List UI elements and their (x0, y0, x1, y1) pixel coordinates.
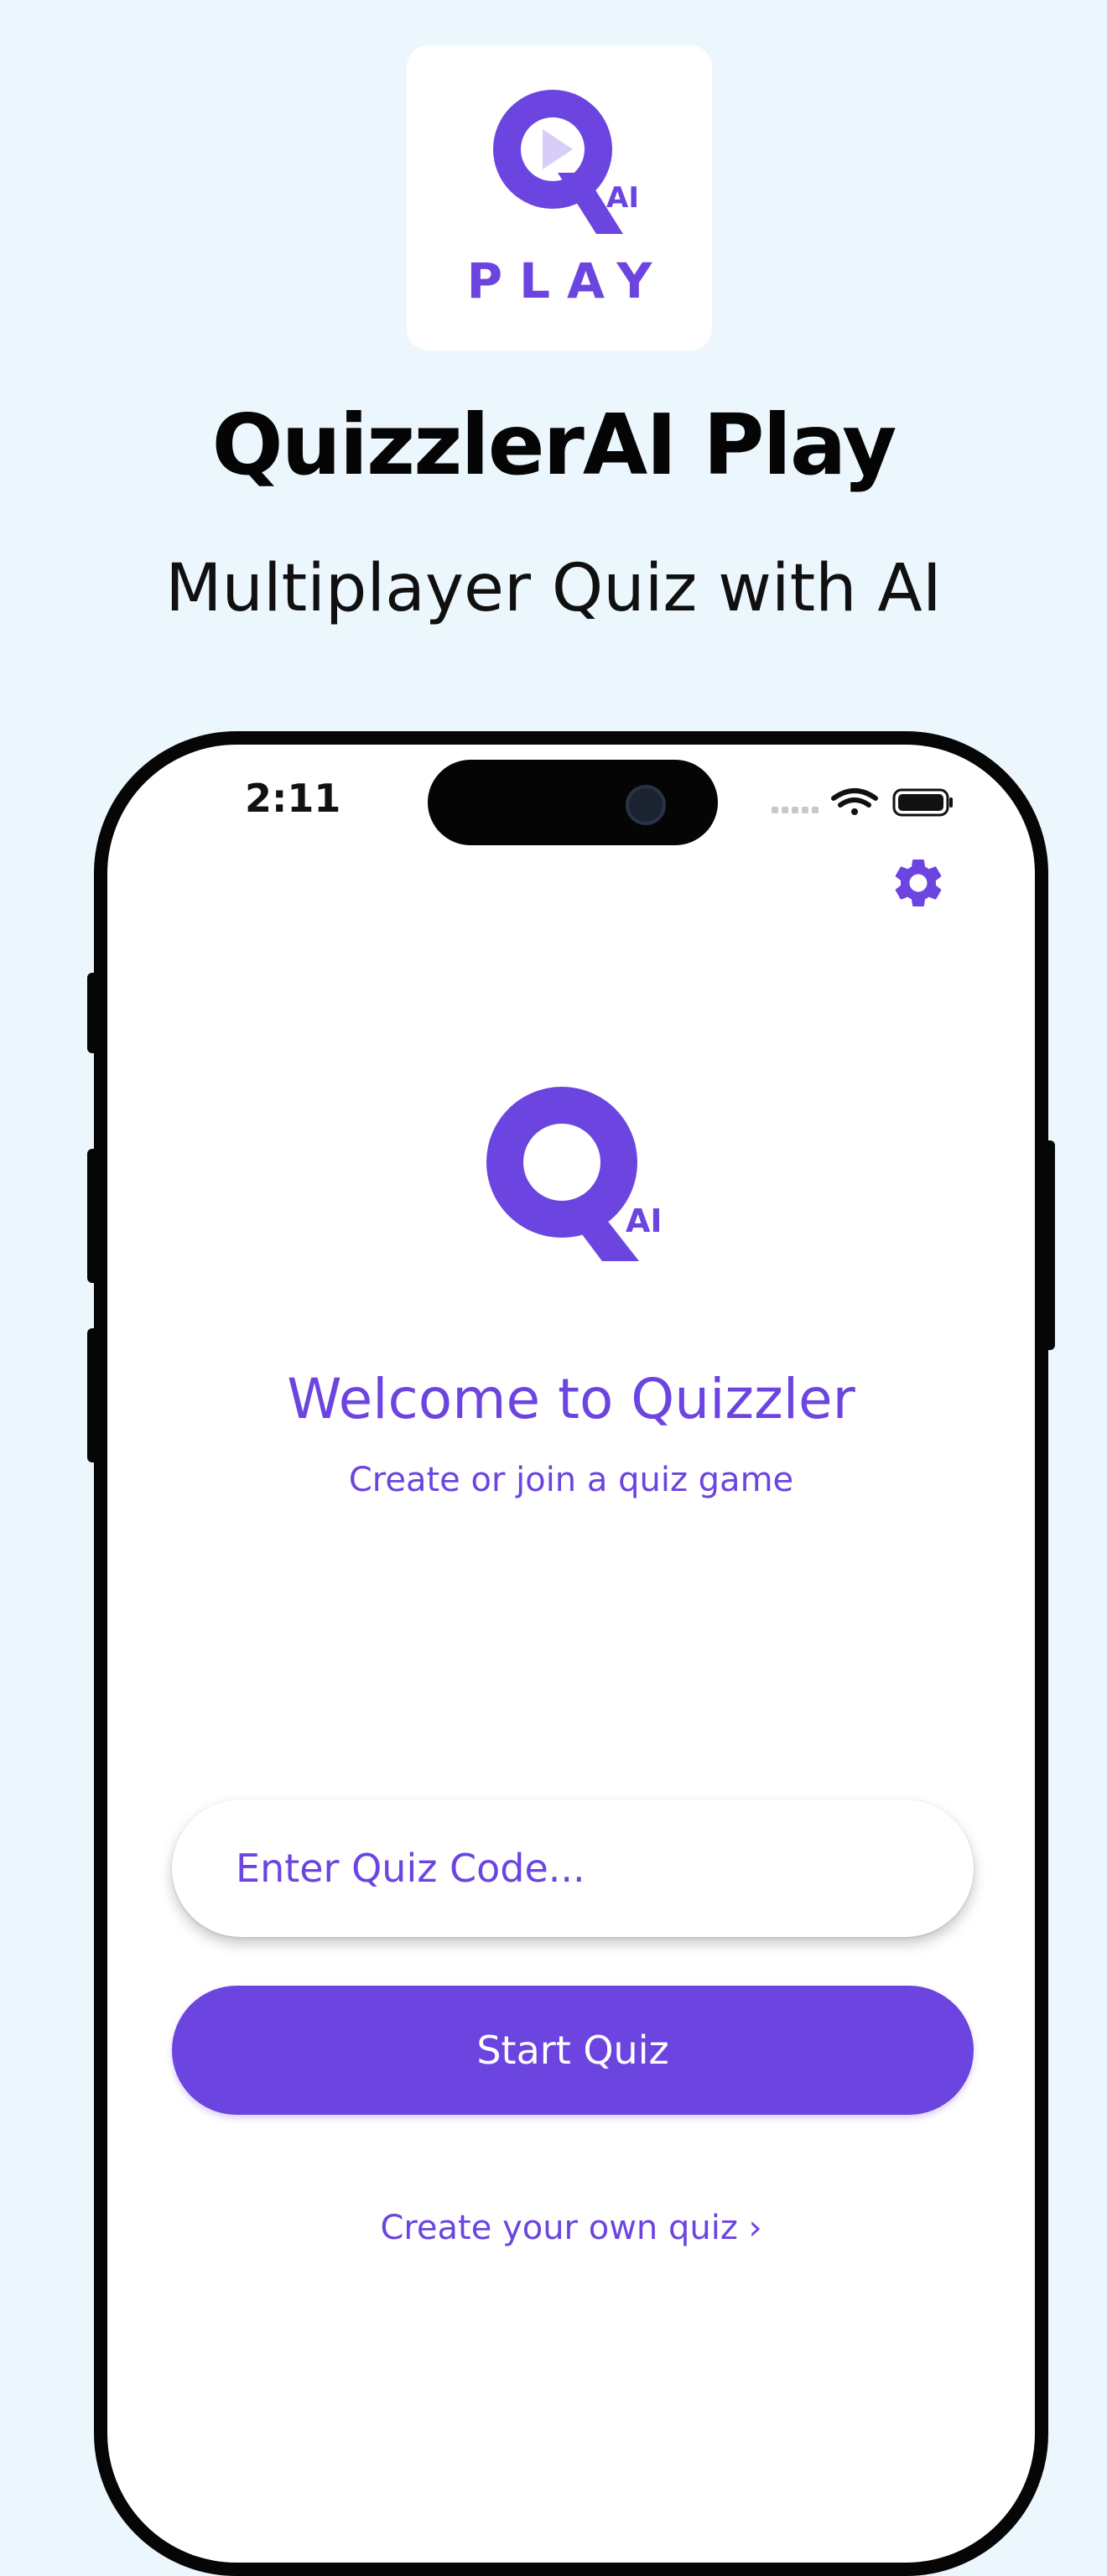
gear-icon[interactable] (889, 854, 948, 912)
phone-screen (94, 731, 1048, 2576)
status-time: 2:11 (245, 776, 341, 821)
wifi-icon (831, 788, 878, 815)
status-icons (770, 785, 954, 822)
start-quiz-button[interactable]: Start Quiz (172, 1986, 974, 2115)
quiz-code-input[interactable] (172, 1800, 974, 1937)
welcome-subtitle: Create or join a quiz game (348, 1461, 794, 1499)
dynamic-island (428, 760, 718, 845)
battery-icon (892, 788, 953, 817)
camera-lens-icon (626, 785, 666, 825)
logo-badge: AI (626, 1202, 663, 1239)
create-quiz-link[interactable]: Create your own quiz › (94, 2209, 1048, 2247)
welcome-title: Welcome to Quizzler (287, 1367, 855, 1431)
cellular-signal-icon (772, 807, 819, 813)
phone-mockup: 2:11 AI Welcome to Quizzler Create or jo… (0, 0, 1107, 2576)
